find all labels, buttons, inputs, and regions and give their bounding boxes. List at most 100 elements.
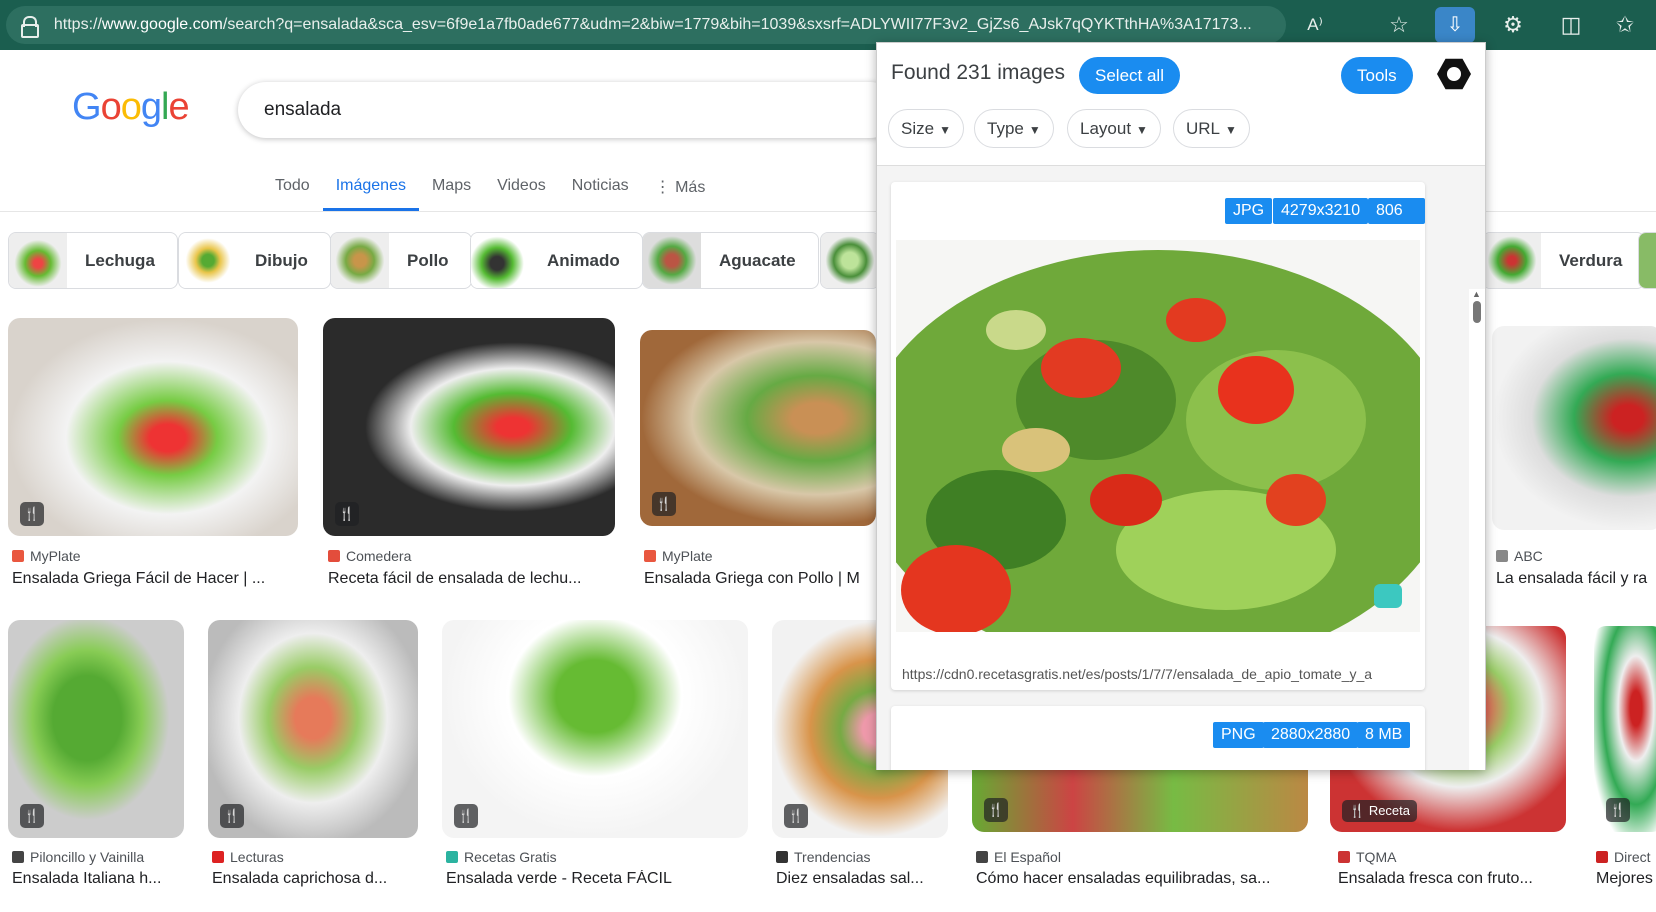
dimensions-tag: 2880x2880: [1263, 722, 1359, 748]
result-source[interactable]: Direct: [1596, 849, 1651, 865]
address-bar[interactable]: https://www.google.com/search?q=ensalada…: [6, 6, 1286, 44]
chip-lechuga[interactable]: Lechuga: [8, 232, 178, 289]
source-favicon: [1596, 851, 1608, 863]
result-source[interactable]: El Español: [976, 849, 1061, 865]
search-input[interactable]: ensalada: [238, 82, 898, 138]
result-source[interactable]: ABC: [1496, 548, 1543, 564]
image-card[interactable]: PNG 2880x2880 8 MB: [891, 706, 1425, 770]
result-source[interactable]: MyPlate: [644, 548, 713, 564]
chip-thumbnail: [1483, 233, 1541, 288]
image-downloader-popup: Found 231 images Select all Tools Size ▼ …: [876, 42, 1486, 770]
scroll-thumb[interactable]: [1473, 301, 1481, 323]
recipe-icon: 🍴: [335, 502, 359, 526]
favorite-star-icon[interactable]: ☆: [1384, 10, 1414, 40]
recipe-icon: 🍴: [220, 804, 244, 828]
result-source[interactable]: Piloncillo y Vainilla: [12, 849, 144, 865]
result-title[interactable]: Cómo hacer ensaladas equilibradas, sa...: [976, 870, 1306, 888]
source-favicon: [776, 851, 788, 863]
dimensions-tag: 4279x3210: [1273, 198, 1369, 224]
result-source[interactable]: MyPlate: [12, 548, 81, 564]
result-title[interactable]: La ensalada fácil y ra: [1496, 570, 1656, 588]
image-result[interactable]: 🍴: [8, 620, 184, 838]
logo-letter: G: [72, 86, 102, 128]
image-result[interactable]: 🍴: [972, 770, 1308, 832]
source-favicon: [1338, 851, 1350, 863]
tab-imagenes[interactable]: Imágenes: [322, 172, 420, 211]
chip-more[interactable]: [1638, 232, 1656, 289]
image-url[interactable]: https://cdn0.recetasgratis.net/es/posts/…: [902, 666, 1416, 682]
result-title[interactable]: Ensalada Griega con Pollo | M: [644, 570, 876, 588]
image-result[interactable]: 🍴: [442, 620, 748, 838]
chip-animado[interactable]: Animado: [470, 232, 643, 289]
result-source[interactable]: Comedera: [328, 548, 411, 564]
image-result[interactable]: 🍴: [640, 330, 876, 526]
tab-mas[interactable]: ⋮ Más: [642, 172, 719, 211]
result-title[interactable]: Ensalada Griega Fácil de Hacer | ...: [12, 570, 298, 588]
result-title[interactable]: Receta fácil de ensalada de lechu...: [328, 570, 618, 588]
recipe-badge: 🍴 Receta: [1342, 800, 1418, 822]
found-count: Found 231 images: [891, 61, 1065, 84]
logo-letter: g: [140, 86, 162, 128]
chip-thumbnail: [821, 233, 879, 288]
scroll-up-icon[interactable]: ▲: [1472, 289, 1481, 299]
url-text[interactable]: https://www.google.com/search?q=ensalada…: [54, 16, 1286, 34]
tab-maps[interactable]: Maps: [419, 172, 484, 211]
favorites-list-icon[interactable]: ✩: [1610, 10, 1640, 40]
source-favicon: [212, 851, 224, 863]
filter-size[interactable]: Size ▼: [888, 109, 964, 148]
chip-thumbnail: [179, 233, 237, 288]
result-source[interactable]: TQMA: [1338, 849, 1396, 865]
chevron-down-icon: ▼: [1028, 123, 1041, 137]
recipe-icon: 🍴: [652, 492, 676, 516]
chip-thumbnail: [331, 233, 389, 288]
result-title[interactable]: Diez ensaladas sal...: [776, 870, 952, 888]
chip-verdura[interactable]: Verdura: [1482, 232, 1646, 289]
result-title[interactable]: Ensalada Italiana h...: [12, 870, 188, 888]
image-list[interactable]: JPG 4279x3210 806 KB https://cdn0.receta…: [877, 166, 1485, 770]
result-title[interactable]: Ensalada fresca con fruto...: [1338, 870, 1564, 888]
tab-todo[interactable]: Todo: [262, 172, 323, 211]
image-card[interactable]: JPG 4279x3210 806 KB https://cdn0.receta…: [891, 182, 1425, 690]
extensions-puzzle-icon[interactable]: ⚙: [1498, 10, 1528, 40]
read-aloud-icon[interactable]: A⁾: [1300, 10, 1330, 40]
image-result[interactable]: 🍴: [8, 318, 298, 536]
image-result[interactable]: 🍴: [1594, 626, 1656, 832]
image-result[interactable]: 🍴: [323, 318, 615, 536]
recipe-icon: 🍴: [454, 804, 478, 828]
recipe-icon: 🍴: [20, 804, 44, 828]
result-title[interactable]: Ensalada verde - Receta FÁCIL: [446, 870, 746, 888]
tools-button[interactable]: Tools: [1341, 57, 1413, 94]
google-logo[interactable]: Google: [72, 86, 190, 129]
image-result[interactable]: 🍴: [208, 620, 418, 838]
download-extension-icon[interactable]: ⇩: [1435, 7, 1475, 43]
select-all-button[interactable]: Select all: [1079, 57, 1180, 94]
split-screen-icon[interactable]: ◫: [1556, 10, 1586, 40]
result-source[interactable]: Lecturas: [212, 849, 284, 865]
source-favicon: [644, 550, 656, 562]
logo-letter: o: [100, 86, 122, 128]
chip-pollo[interactable]: Pollo: [330, 232, 472, 289]
chip-pepino[interactable]: [820, 232, 880, 289]
source-favicon: [976, 851, 988, 863]
result-title[interactable]: Ensalada caprichosa d...: [212, 870, 412, 888]
chip-aguacate[interactable]: Aguacate: [642, 232, 819, 289]
settings-hex-icon[interactable]: [1437, 58, 1471, 90]
result-source[interactable]: Trendencias: [776, 849, 871, 865]
search-tabs: Todo Imágenes Maps Videos Noticias ⋮ Más: [262, 172, 718, 211]
source-favicon: [12, 550, 24, 562]
filter-type[interactable]: Type ▼: [974, 109, 1054, 148]
filter-url[interactable]: URL ▼: [1173, 109, 1250, 148]
chip-dibujo[interactable]: Dibujo: [178, 232, 331, 289]
format-tag: PNG: [1213, 722, 1264, 748]
lock-icon[interactable]: [20, 16, 39, 38]
image-result[interactable]: [1492, 326, 1656, 530]
card-image[interactable]: [896, 240, 1420, 632]
popup-scrollbar[interactable]: ▲ ▼: [1469, 289, 1485, 770]
source-favicon: [328, 550, 340, 562]
result-source[interactable]: Recetas Gratis: [446, 849, 557, 865]
tab-videos[interactable]: Videos: [484, 172, 559, 211]
filter-layout[interactable]: Layout ▼: [1067, 109, 1161, 148]
tab-noticias[interactable]: Noticias: [559, 172, 642, 211]
result-title[interactable]: Mejores: [1596, 870, 1656, 888]
logo-letter: e: [168, 86, 189, 128]
